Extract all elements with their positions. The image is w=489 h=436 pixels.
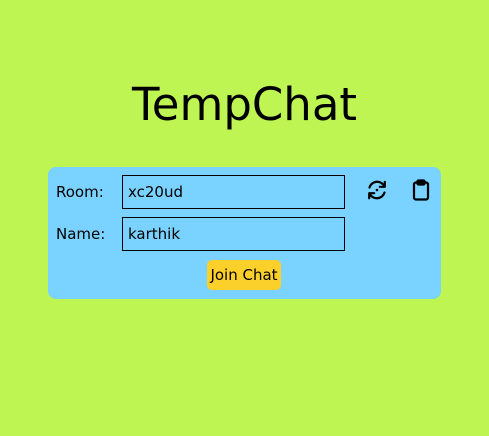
join-chat-button[interactable]: Join Chat	[207, 260, 281, 290]
regenerate-room-button[interactable]	[363, 178, 391, 206]
name-label: Name:	[56, 225, 106, 243]
join-form-card: Room: Name: Join Chat	[48, 167, 441, 299]
room-input[interactable]	[122, 175, 345, 209]
name-input[interactable]	[122, 217, 345, 251]
clipboard-icon	[409, 178, 433, 206]
room-label: Room:	[56, 183, 104, 201]
app-title: TempChat	[131, 78, 358, 131]
refresh-icon	[365, 178, 389, 206]
copy-room-button[interactable]	[407, 178, 435, 206]
